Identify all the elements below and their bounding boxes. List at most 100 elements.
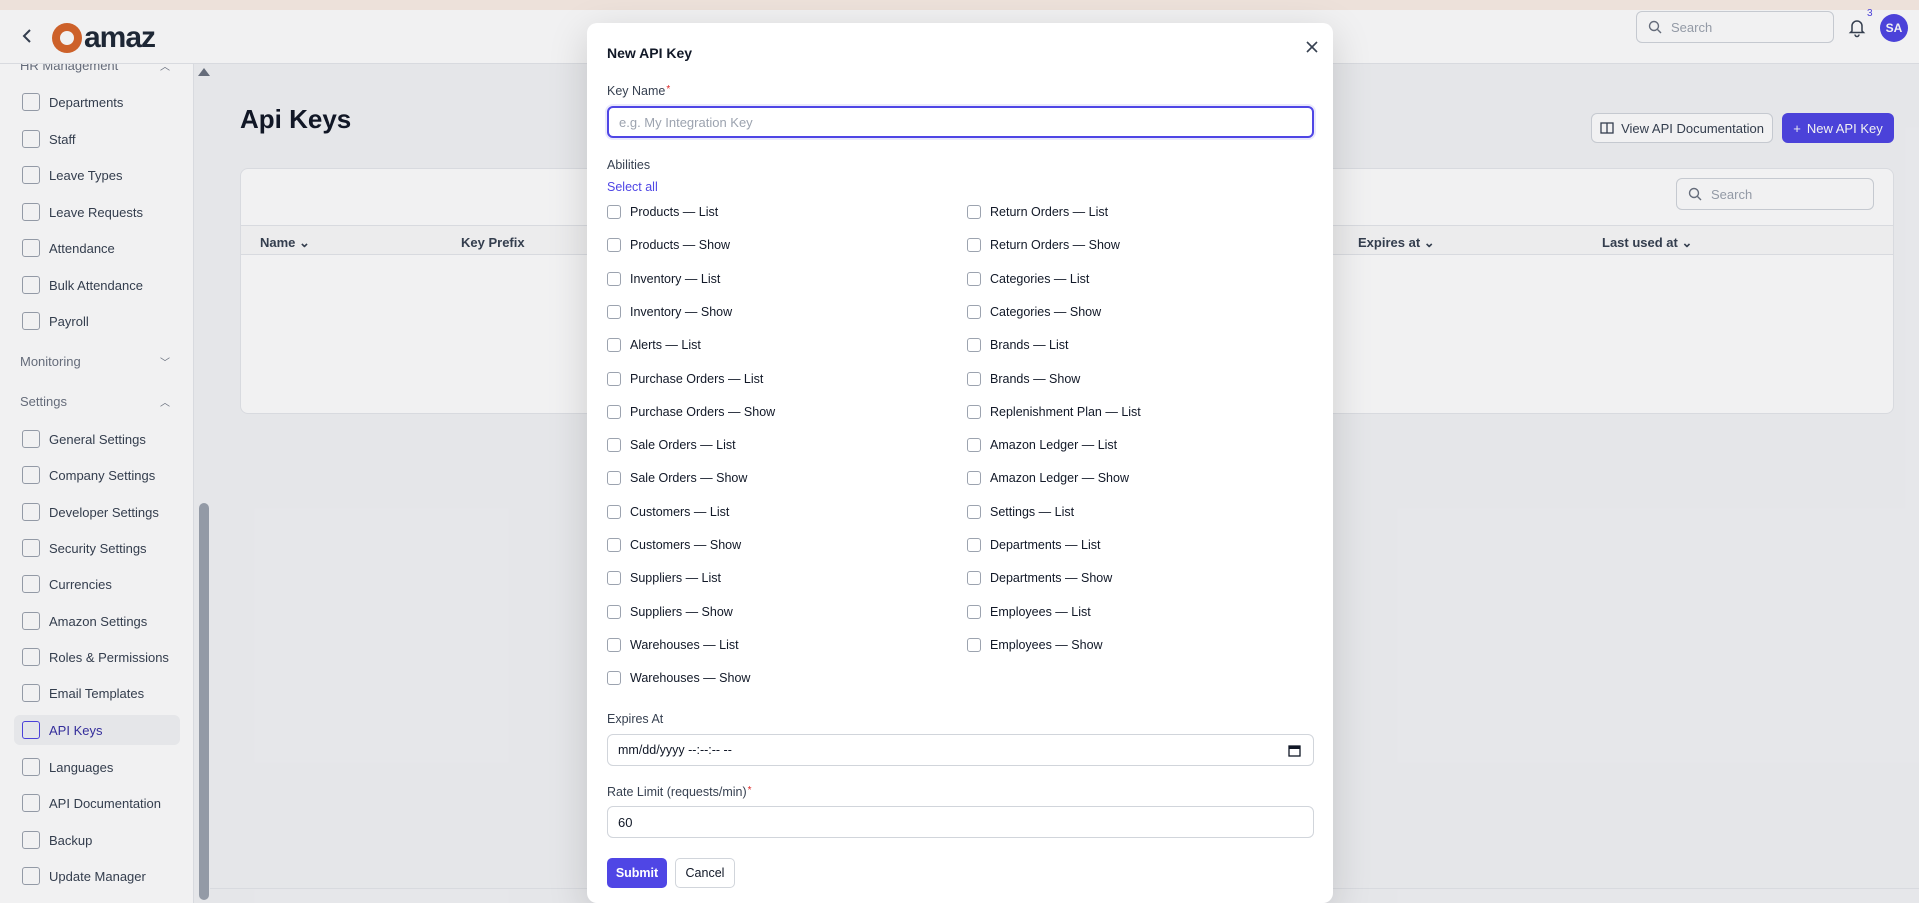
ability-checkbox-row[interactable]: Amazon Ledger — List (967, 436, 1117, 454)
new-api-key-modal: New API Key Key Name* Abilities Select a… (587, 23, 1333, 903)
ability-label: Sale Orders — List (630, 438, 736, 452)
ability-checkbox-row[interactable]: Suppliers — List (607, 569, 721, 587)
ability-checkbox[interactable] (607, 605, 621, 619)
expires-at-input[interactable]: mm/dd/yyyy --:--:-- -- (607, 734, 1314, 766)
ability-checkbox-row[interactable]: Customers — Show (607, 536, 741, 554)
ability-checkbox-row[interactable]: Sale Orders — List (607, 436, 736, 454)
ability-checkbox-row[interactable]: Replenishment Plan — List (967, 403, 1141, 421)
ability-checkbox-row[interactable]: Warehouses — Show (607, 669, 750, 687)
ability-checkbox-row[interactable]: Employees — Show (967, 636, 1103, 654)
ability-checkbox[interactable] (607, 205, 621, 219)
ability-label: Customers — Show (630, 538, 742, 552)
ability-checkbox-row[interactable]: Departments — Show (967, 569, 1112, 587)
ability-checkbox-row[interactable]: Brands — Show (967, 370, 1080, 388)
key-name-input[interactable] (607, 106, 1314, 138)
ability-checkbox[interactable] (967, 505, 981, 519)
ability-checkbox-row[interactable]: Brands — List (967, 336, 1069, 354)
ability-label: Warehouses — List (630, 638, 739, 652)
ability-checkbox[interactable] (607, 471, 621, 485)
ability-checkbox-row[interactable]: Suppliers — Show (607, 603, 733, 621)
ability-checkbox[interactable] (607, 438, 621, 452)
abilities-label: Abilities (607, 158, 651, 172)
ability-checkbox[interactable] (607, 505, 621, 519)
ability-label: Products — List (630, 205, 719, 219)
ability-checkbox-row[interactable]: Inventory — Show (607, 303, 732, 321)
ability-checkbox-row[interactable]: Inventory — List (607, 270, 720, 288)
ability-checkbox[interactable] (967, 405, 981, 419)
ability-checkbox[interactable] (967, 638, 981, 652)
rate-limit-label: Rate Limit (requests/min)* (607, 785, 752, 799)
ability-checkbox-row[interactable]: Purchase Orders — Show (607, 403, 775, 421)
ability-checkbox-row[interactable]: Alerts — List (607, 336, 701, 354)
ability-label: Inventory — List (630, 272, 721, 286)
ability-label: Alerts — List (630, 338, 701, 352)
ability-checkbox[interactable] (967, 305, 981, 319)
ability-checkbox[interactable] (967, 438, 981, 452)
ability-label: Purchase Orders — List (630, 372, 764, 386)
submit-button[interactable]: Submit (607, 858, 667, 888)
ability-label: Categories — Show (990, 305, 1102, 319)
ability-label: Replenishment Plan — List (990, 405, 1141, 419)
ability-label: Employees — List (990, 605, 1091, 619)
ability-checkbox[interactable] (607, 272, 621, 286)
ability-label: Sale Orders — Show (630, 471, 748, 485)
ability-label: Suppliers — Show (630, 605, 733, 619)
ability-checkbox[interactable] (607, 571, 621, 585)
ability-checkbox[interactable] (967, 272, 981, 286)
ability-label: Departments — Show (990, 571, 1113, 585)
ability-label: Suppliers — List (630, 571, 722, 585)
ability-label: Inventory — Show (630, 305, 733, 319)
ability-checkbox[interactable] (967, 372, 981, 386)
ability-label: Departments — List (990, 538, 1101, 552)
ability-checkbox[interactable] (607, 538, 621, 552)
ability-label: Employees — Show (990, 638, 1103, 652)
ability-label: Categories — List (990, 272, 1090, 286)
ability-checkbox-row[interactable]: Products — Show (607, 236, 730, 254)
ability-checkbox[interactable] (967, 205, 981, 219)
ability-checkbox[interactable] (967, 471, 981, 485)
ability-checkbox-row[interactable]: Employees — List (967, 603, 1091, 621)
ability-label: Customers — List (630, 505, 730, 519)
ability-checkbox-row[interactable]: Sale Orders — Show (607, 469, 747, 487)
ability-label: Purchase Orders — Show (630, 405, 776, 419)
ability-label: Amazon Ledger — List (990, 438, 1118, 452)
ability-checkbox-row[interactable]: Warehouses — List (607, 636, 739, 654)
ability-checkbox[interactable] (607, 238, 621, 252)
expires-at-value: mm/dd/yyyy --:--:-- -- (618, 743, 732, 757)
ability-checkbox[interactable] (607, 372, 621, 386)
ability-checkbox[interactable] (967, 538, 981, 552)
ability-checkbox-row[interactable]: Categories — Show (967, 303, 1101, 321)
select-all-link[interactable]: Select all (607, 180, 658, 194)
ability-checkbox-row[interactable]: Customers — List (607, 503, 729, 521)
ability-label: Return Orders — List (990, 205, 1109, 219)
ability-label: Warehouses — Show (630, 671, 751, 685)
ability-checkbox[interactable] (607, 671, 621, 685)
ability-checkbox[interactable] (607, 305, 621, 319)
key-name-label: Key Name* (607, 84, 671, 98)
ability-checkbox[interactable] (607, 405, 621, 419)
modal-title: New API Key (607, 45, 693, 61)
ability-checkbox-row[interactable]: Return Orders — List (967, 203, 1108, 221)
ability-checkbox[interactable] (967, 571, 981, 585)
rate-limit-input[interactable] (607, 806, 1314, 838)
ability-label: Brands — Show (990, 372, 1081, 386)
calendar-icon[interactable] (1288, 744, 1301, 757)
ability-checkbox[interactable] (607, 338, 621, 352)
cancel-button[interactable]: Cancel (675, 858, 735, 888)
ability-checkbox-row[interactable]: Categories — List (967, 270, 1089, 288)
ability-checkbox[interactable] (607, 638, 621, 652)
ability-label: Settings — List (990, 505, 1075, 519)
ability-label: Amazon Ledger — Show (990, 471, 1129, 485)
ability-checkbox-row[interactable]: Purchase Orders — List (607, 370, 763, 388)
ability-checkbox-row[interactable]: Amazon Ledger — Show (967, 469, 1129, 487)
ability-checkbox[interactable] (967, 605, 981, 619)
ability-label: Products — Show (630, 238, 731, 252)
ability-checkbox[interactable] (967, 238, 981, 252)
expires-at-label: Expires At (607, 712, 664, 726)
ability-checkbox-row[interactable]: Settings — List (967, 503, 1074, 521)
close-icon[interactable] (1302, 37, 1322, 57)
ability-checkbox-row[interactable]: Departments — List (967, 536, 1100, 554)
ability-checkbox[interactable] (967, 338, 981, 352)
ability-checkbox-row[interactable]: Return Orders — Show (967, 236, 1120, 254)
ability-checkbox-row[interactable]: Products — List (607, 203, 718, 221)
